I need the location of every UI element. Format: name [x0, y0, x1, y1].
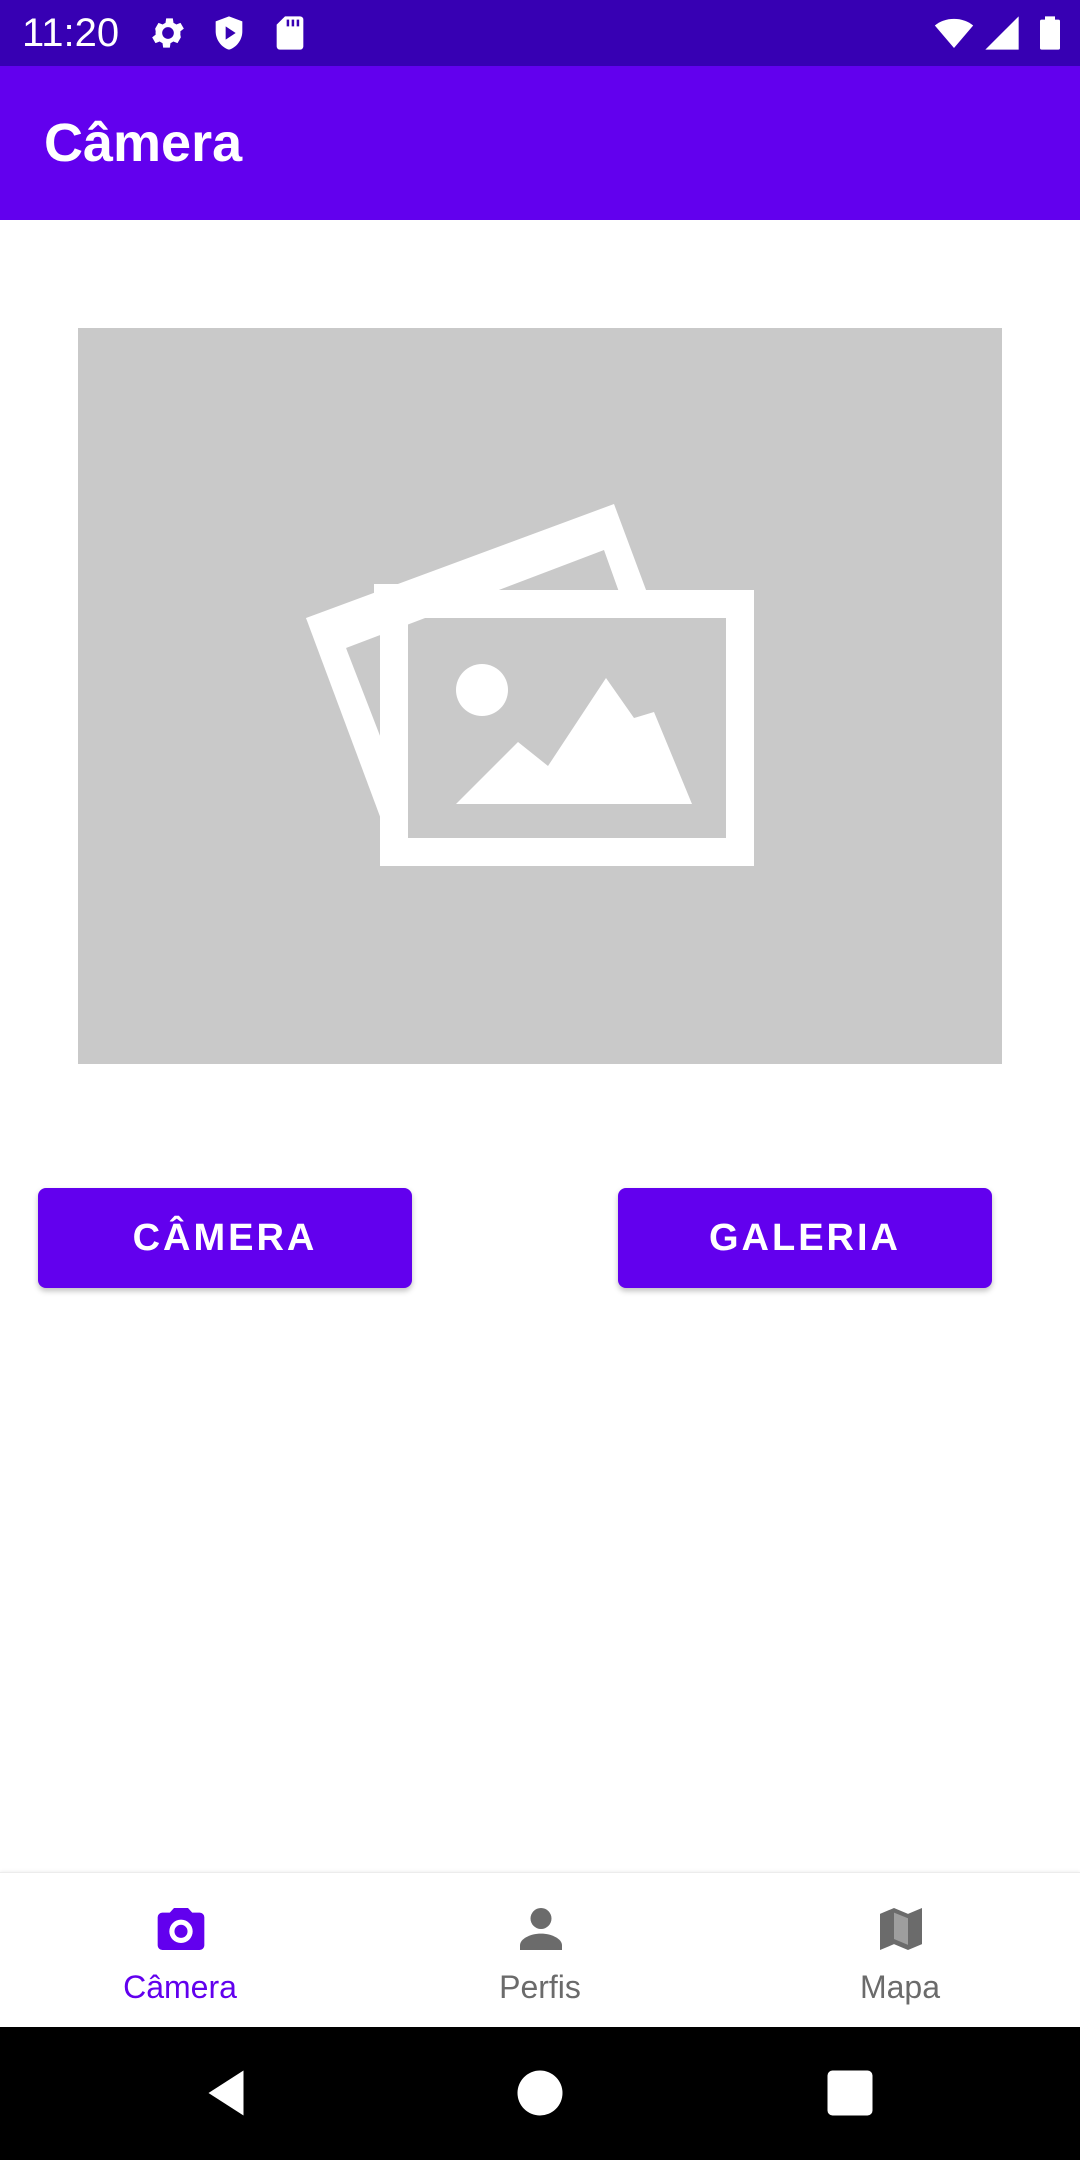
nav-label-perfis: Perfis	[499, 1969, 581, 2005]
bottom-navigation: Câmera Perfis Mapa	[0, 1872, 1080, 2028]
sd-card-icon	[270, 13, 310, 53]
battery-icon	[1030, 13, 1070, 53]
camera-icon	[153, 1901, 209, 1957]
nav-item-perfis[interactable]: Perfis	[360, 1873, 720, 2028]
camera-button[interactable]: CÂMERA	[38, 1188, 412, 1288]
status-bar: 11:20	[0, 0, 1080, 66]
home-icon[interactable]	[510, 2063, 570, 2123]
gear-icon	[148, 13, 188, 53]
image-placeholder-icon	[306, 504, 754, 866]
nav-label-camera: Câmera	[123, 1969, 237, 2005]
gallery-button[interactable]: GALERIA	[618, 1188, 992, 1288]
wifi-icon	[934, 13, 974, 53]
nav-item-camera[interactable]: Câmera	[0, 1873, 360, 2028]
app-bar: Câmera	[0, 66, 1080, 220]
shield-icon	[209, 13, 249, 53]
map-icon	[873, 1901, 929, 1957]
system-navigation-bar	[0, 2027, 1080, 2160]
recents-icon[interactable]	[820, 2063, 880, 2123]
back-icon[interactable]	[196, 2063, 256, 2123]
image-preview	[78, 328, 1002, 1064]
signal-icon	[982, 13, 1022, 53]
page-title: Câmera	[44, 113, 243, 173]
status-time: 11:20	[22, 11, 120, 55]
nav-label-mapa: Mapa	[859, 1969, 941, 2005]
person-icon	[513, 1901, 569, 1957]
nav-item-mapa[interactable]: Mapa	[720, 1873, 1080, 2028]
